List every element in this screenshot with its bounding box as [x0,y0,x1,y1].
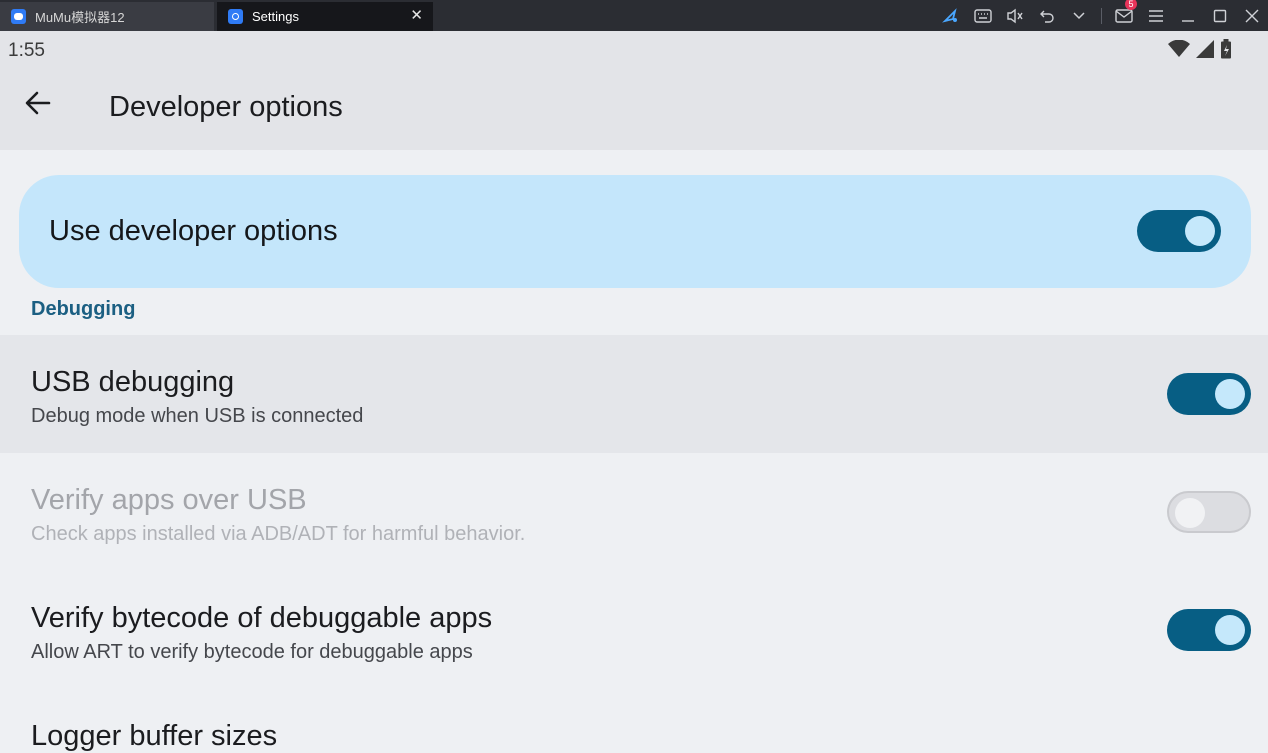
tab-settings[interactable]: Settings ✕ [217,2,433,31]
tab-label: Settings [252,9,299,24]
setting-row-usb-debugging[interactable]: USB debugging Debug mode when USB is con… [0,335,1268,453]
back-arrow-icon[interactable] [22,87,54,119]
emulator-title-bar: MuMu模拟器12 Settings ✕ 5 [0,0,1268,31]
setting-title: Verify apps over USB [31,484,307,516]
android-status-bar: 1:55 [0,31,1268,68]
verify-apps-over-usb-switch [1167,491,1251,533]
tab-mumu-home[interactable]: MuMu模拟器12 [0,2,214,31]
mail-icon[interactable]: 5 [1108,0,1140,31]
switch-thumb [1215,615,1245,645]
notification-badge: 5 [1125,0,1137,10]
setting-row-logger-buffer-sizes[interactable]: Logger buffer sizes [0,689,1268,752]
setting-row-verify-apps-over-usb: Verify apps over USB Check apps installe… [0,453,1268,571]
minimize-icon[interactable] [1172,0,1204,31]
maximize-icon[interactable] [1204,0,1236,31]
pointer-icon[interactable] [935,0,967,31]
use-developer-options-card[interactable]: Use developer options [19,175,1251,288]
setting-title: USB debugging [31,366,235,398]
setting-row-verify-bytecode[interactable]: Verify bytecode of debuggable apps Allow… [0,571,1268,689]
usb-debugging-switch[interactable] [1167,373,1251,415]
setting-title: Logger buffer sizes [31,720,278,752]
settings-app-icon [228,9,243,24]
mute-icon[interactable] [999,0,1031,31]
wifi-icon [1168,39,1190,63]
chevron-down-icon[interactable] [1063,0,1095,31]
setting-subtitle: Debug mode when USB is connected [31,405,364,427]
battery-icon [1220,39,1232,64]
status-time: 1:55 [8,40,45,61]
tab-label: MuMu模拟器12 [35,10,125,25]
mumu-app-icon [11,9,26,24]
page-title: Developer options [109,91,343,123]
close-icon[interactable] [1236,0,1268,31]
menu-icon[interactable] [1140,0,1172,31]
switch-thumb [1215,379,1245,409]
setting-subtitle: Allow ART to verify bytecode for debugga… [31,641,473,663]
setting-title: Verify bytecode of debuggable apps [31,602,493,634]
app-bar: Developer options [0,68,1268,150]
setting-subtitle: Check apps installed via ADB/ADT for har… [31,523,526,545]
undo-icon[interactable] [1031,0,1063,31]
signal-icon [1196,40,1214,63]
switch-thumb [1185,216,1215,246]
toolbar-divider [1101,7,1102,24]
switch-thumb [1175,498,1205,528]
tab-close-icon[interactable]: ✕ [410,8,423,23]
use-developer-options-label: Use developer options [49,215,338,247]
use-developer-options-switch[interactable] [1137,210,1221,252]
section-title-debugging: Debugging [31,298,136,320]
verify-bytecode-switch[interactable] [1167,609,1251,651]
keyboard-icon[interactable] [967,0,999,31]
